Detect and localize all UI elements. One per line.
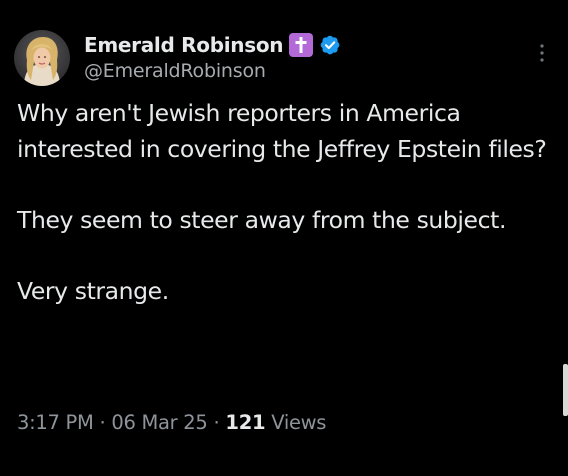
meta-separator: · [213, 410, 220, 434]
more-options-icon[interactable] [536, 42, 548, 64]
post: Emerald Robinson @EmeraldRobinson Why ar… [0, 0, 568, 476]
author-handle[interactable]: @EmeraldRobinson [84, 60, 266, 82]
post-text: Why aren't Jewish reporters in America i… [17, 96, 557, 309]
views-label[interactable]: Views [271, 411, 326, 434]
post-paragraph: They seem to steer away from the subject… [17, 205, 507, 234]
scrollbar-thumb[interactable] [563, 364, 568, 416]
post-paragraph: Why aren't Jewish reporters in America i… [17, 99, 547, 163]
cross-icon [289, 33, 314, 57]
avatar[interactable] [14, 30, 70, 86]
post-paragraph: Very strange. [17, 276, 169, 305]
meta-separator: · [99, 410, 106, 434]
post-meta: 3:17 PM · 06 Mar 25 · 121 Views [17, 407, 326, 437]
avatar-image [14, 30, 70, 86]
author-name-row: Emerald Robinson [84, 32, 341, 58]
author-display-name[interactable]: Emerald Robinson [84, 33, 284, 57]
verified-badge-icon [320, 35, 340, 55]
views-count[interactable]: 121 [225, 411, 265, 434]
post-date[interactable]: 06 Mar 25 [111, 411, 207, 434]
post-time[interactable]: 3:17 PM [17, 411, 94, 434]
